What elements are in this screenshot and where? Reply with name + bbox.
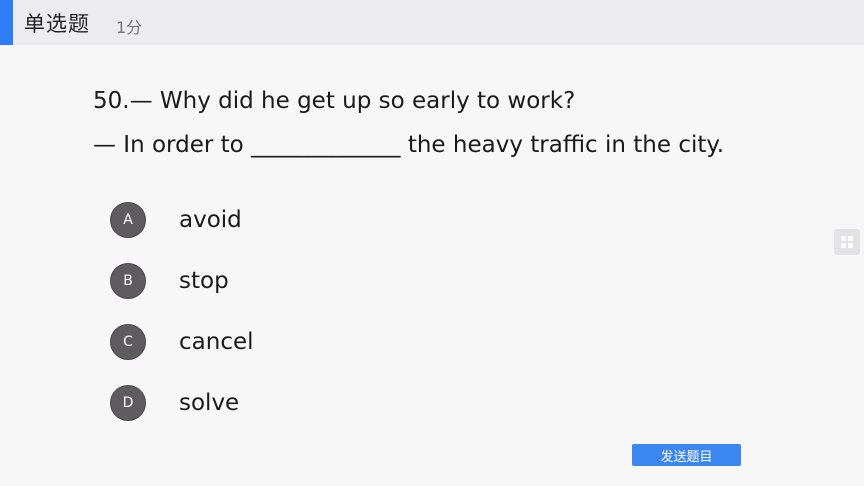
option-c[interactable]: C cancel <box>110 323 530 361</box>
score-label: 1分 <box>116 18 143 37</box>
option-d-text: solve <box>179 390 240 416</box>
option-c-text: cancel <box>179 329 254 355</box>
header-bar: 单选题 1分 <box>0 0 864 45</box>
option-b-letter: B <box>110 263 146 299</box>
question-stem: 50.— Why did he get up so early to work?… <box>93 88 724 176</box>
option-b[interactable]: B stop <box>110 262 530 300</box>
option-c-letter: C <box>110 324 146 360</box>
question-line-2: — In order to _____________ the heavy tr… <box>93 132 725 158</box>
option-a[interactable]: A avoid <box>110 201 530 239</box>
question-line-1: 50.— Why did he get up so early to work? <box>93 88 576 114</box>
send-question-button[interactable]: 发送题目 <box>632 444 741 466</box>
option-a-letter: A <box>110 202 146 238</box>
option-b-text: stop <box>179 268 229 294</box>
header-accent-bar <box>0 0 13 45</box>
question-type-label: 单选题 <box>24 12 90 36</box>
side-panel-toggle[interactable] <box>834 229 860 255</box>
option-a-text: avoid <box>179 207 242 233</box>
option-d[interactable]: D solve <box>110 384 530 422</box>
option-d-letter: D <box>110 385 146 421</box>
grid-icon <box>841 236 853 248</box>
